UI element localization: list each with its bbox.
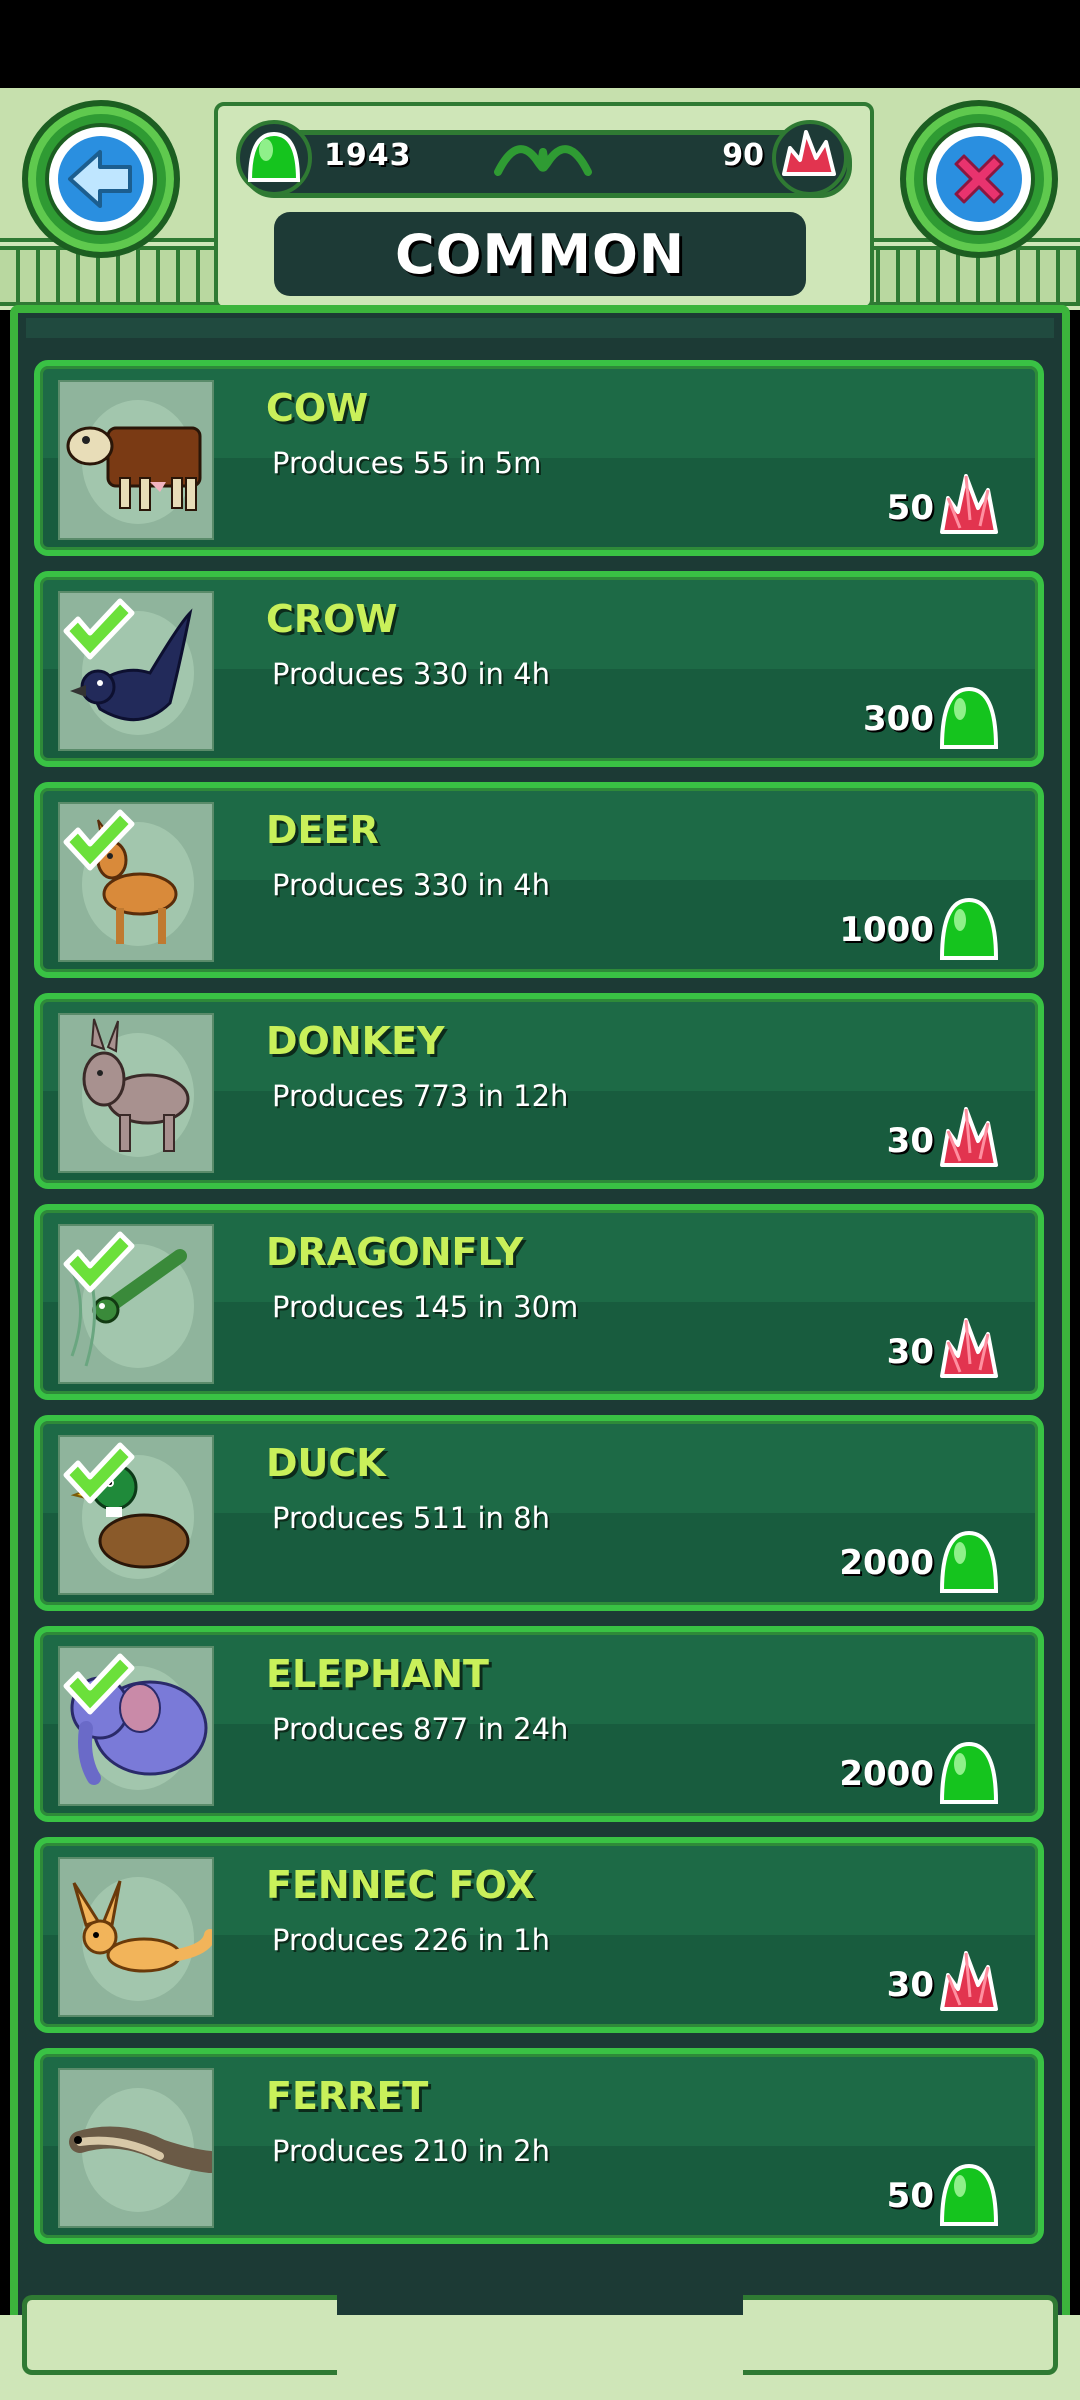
animal-thumbnail: [58, 1435, 214, 1595]
owned-check-icon: [63, 598, 135, 660]
animal-row[interactable]: ELEPHANT Produces 877 in 24h 2000: [34, 1626, 1044, 1822]
animal-thumbnail: [58, 1224, 214, 1384]
animal-price: 30: [886, 1121, 934, 1161]
animal-production: Produces 330 in 4h: [272, 868, 550, 902]
animal-row[interactable]: DONKEY Produces 773 in 12h 30: [34, 993, 1044, 1189]
animal-production: Produces 210 in 2h: [272, 2134, 550, 2168]
close-button-face: [923, 123, 1035, 235]
owned-check-icon: [63, 1653, 135, 1715]
gem-count: 1943: [324, 138, 412, 173]
green-gem-icon: [939, 686, 999, 749]
animal-name: ELEPHANT: [266, 1652, 489, 1696]
red-crystal-icon: [772, 120, 848, 196]
owned-check-icon: [63, 1442, 135, 1504]
animal-thumbnail: [58, 1013, 214, 1173]
animal-row[interactable]: COW Produces 55 in 5m 50: [34, 360, 1044, 556]
animal-row[interactable]: DRAGONFLY Produces 145 in 30m 30: [34, 1204, 1044, 1400]
animal-price: 2000: [839, 1754, 934, 1794]
animal-row[interactable]: FERRET Produces 210 in 2h 50: [34, 2048, 1044, 2244]
green-gem-icon: [939, 1741, 999, 1804]
animal-price: 2000: [839, 1543, 934, 1583]
animal-name: FENNEC FOX: [266, 1863, 535, 1907]
red-crystal-icon: [940, 474, 998, 534]
animal-thumbnail: [58, 802, 214, 962]
green-gem-icon: [236, 120, 312, 196]
footer-ornament: [0, 2255, 1080, 2400]
back-button-face: [45, 123, 157, 235]
title-plate: COMMON: [274, 212, 806, 296]
animal-price: 50: [886, 488, 934, 528]
footer-frame-left: [22, 2295, 337, 2375]
owned-check-icon: [63, 1231, 135, 1293]
animal-name: DUCK: [266, 1441, 386, 1485]
animal-name: DONKEY: [266, 1019, 445, 1063]
page-title: COMMON: [394, 222, 686, 286]
animal-name: DRAGONFLY: [266, 1230, 524, 1274]
animal-name: FERRET: [266, 2074, 429, 2118]
green-gem-icon: [939, 2163, 999, 2226]
animal-thumbnail: [58, 1646, 214, 1806]
animal-production: Produces 511 in 8h: [272, 1501, 550, 1535]
donkey-icon: [82, 1018, 190, 1152]
red-crystal-icon: [940, 1107, 998, 1167]
animal-price: 30: [886, 1332, 934, 1372]
animal-row[interactable]: DEER Produces 330 in 4h 1000: [34, 782, 1044, 978]
animal-thumbnail: [58, 2068, 214, 2228]
animal-name: COW: [266, 386, 369, 430]
back-button[interactable]: [22, 100, 180, 258]
back-arrow-icon: [58, 136, 144, 222]
status-bar: [0, 0, 1080, 88]
animal-thumbnail: [58, 591, 214, 751]
animal-price: 1000: [839, 910, 934, 950]
animal-price: 30: [886, 1965, 934, 2005]
animal-production: Produces 145 in 30m: [272, 1290, 579, 1324]
animal-production: Produces 773 in 12h: [272, 1079, 569, 1113]
animal-production: Produces 55 in 5m: [272, 446, 542, 480]
animal-list: COW Produces 55 in 5m 50 CROW Produces 3…: [34, 360, 1044, 2259]
footer-frame-right: [743, 2295, 1058, 2375]
close-button[interactable]: [900, 100, 1058, 258]
fennec-fox-icon: [72, 1880, 212, 1973]
animal-production: Produces 330 in 4h: [272, 657, 550, 691]
animal-price: 300: [863, 699, 934, 739]
red-crystal-icon: [940, 1318, 998, 1378]
animal-name: CROW: [266, 597, 398, 641]
green-gem-icon: [939, 897, 999, 960]
ruby-count: 90: [722, 138, 764, 173]
ferret-icon: [69, 2126, 212, 2173]
animal-thumbnail: [58, 1857, 214, 2017]
animal-production: Produces 226 in 1h: [272, 1923, 550, 1957]
vine-ornament-icon: [494, 145, 592, 176]
animal-production: Produces 877 in 24h: [272, 1712, 569, 1746]
red-crystal-icon: [940, 1951, 998, 2011]
green-gem-icon: [939, 1530, 999, 1593]
animal-thumbnail: [58, 380, 214, 540]
animal-row[interactable]: CROW Produces 330 in 4h 300: [34, 571, 1044, 767]
animal-row[interactable]: DUCK Produces 511 in 8h 2000: [34, 1415, 1044, 1611]
animal-price: 50: [886, 2176, 934, 2216]
animal-name: DEER: [266, 808, 379, 852]
animal-row[interactable]: FENNEC FOX Produces 226 in 1h 30: [34, 1837, 1044, 2033]
list-panel-top: [26, 318, 1054, 338]
owned-check-icon: [63, 809, 135, 871]
cow-icon: [66, 426, 202, 511]
close-x-icon: [936, 136, 1022, 222]
